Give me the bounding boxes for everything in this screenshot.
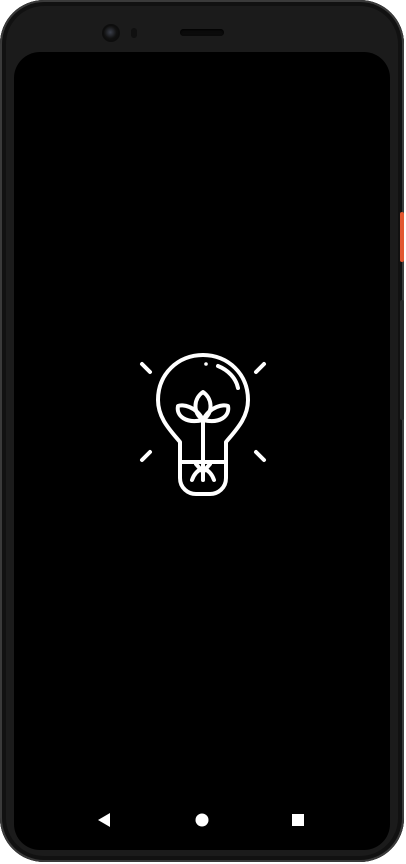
triangle-back-icon — [98, 813, 110, 827]
power-button[interactable] — [400, 212, 404, 262]
square-recents-icon — [292, 814, 304, 826]
back-button[interactable] — [94, 810, 114, 830]
front-camera — [104, 26, 118, 40]
phone-frame — [0, 0, 404, 862]
top-bezel — [0, 0, 404, 52]
proximity-sensor — [131, 28, 137, 38]
home-button[interactable] — [192, 810, 212, 830]
navigation-bar — [14, 800, 390, 840]
recents-button[interactable] — [288, 810, 308, 830]
earpiece-speaker — [180, 29, 224, 36]
lightbulb-plant-icon — [140, 353, 266, 496]
circle-home-icon — [195, 813, 209, 827]
volume-rocker[interactable] — [400, 300, 404, 420]
